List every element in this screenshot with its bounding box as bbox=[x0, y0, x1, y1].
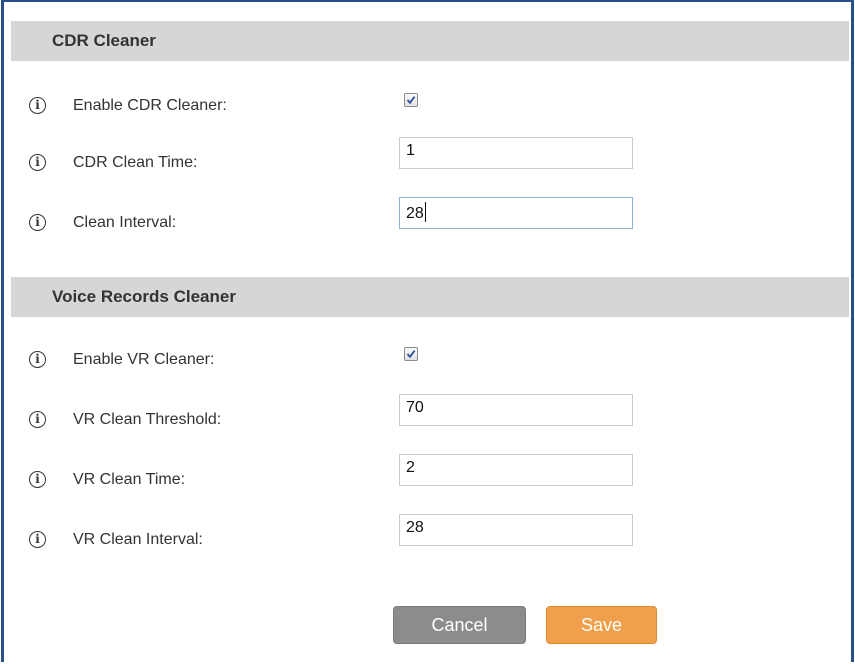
vr-clean-time-value: 2 bbox=[406, 459, 415, 476]
enable-vr-cleaner-checkbox[interactable] bbox=[404, 347, 418, 361]
enable-cdr-cleaner-checkbox[interactable] bbox=[404, 93, 418, 107]
info-icon[interactable]: i bbox=[29, 531, 46, 548]
text-caret bbox=[424, 202, 426, 222]
cleaner-settings-panel: CDR Cleaner i Enable CDR Cleaner: i CDR … bbox=[1, 0, 854, 662]
cdr-cleaner-title: CDR Cleaner bbox=[52, 31, 156, 50]
vr-clean-time-input[interactable]: 2 bbox=[399, 454, 633, 486]
info-icon[interactable]: i bbox=[29, 214, 46, 231]
enable-cdr-cleaner-label: Enable CDR Cleaner: bbox=[73, 97, 227, 114]
clean-interval-label: Clean Interval: bbox=[73, 214, 177, 231]
enable-cdr-cleaner-row: i Enable CDR Cleaner: bbox=[4, 88, 844, 128]
vr-clean-threshold-label: VR Clean Threshold: bbox=[73, 411, 222, 428]
enable-vr-cleaner-label: Enable VR Cleaner: bbox=[73, 351, 215, 368]
checkmark-icon bbox=[406, 96, 416, 105]
vr-clean-interval-row: i VR Clean Interval: 28 bbox=[4, 514, 844, 562]
info-icon[interactable]: i bbox=[29, 154, 46, 171]
cdr-clean-time-row: i CDR Clean Time: 1 bbox=[4, 137, 844, 185]
vr-clean-time-label: VR Clean Time: bbox=[73, 471, 186, 488]
info-icon[interactable]: i bbox=[29, 97, 46, 114]
cdr-cleaner-header: CDR Cleaner bbox=[11, 21, 849, 61]
enable-vr-cleaner-row: i Enable VR Cleaner: bbox=[4, 342, 844, 382]
save-button[interactable]: Save bbox=[546, 606, 657, 644]
cdr-clean-time-label: CDR Clean Time: bbox=[73, 154, 198, 171]
clean-interval-input[interactable]: 28 bbox=[399, 197, 633, 229]
info-icon[interactable]: i bbox=[29, 471, 46, 488]
vr-clean-interval-label: VR Clean Interval: bbox=[73, 531, 203, 548]
vr-clean-interval-input[interactable]: 28 bbox=[399, 514, 633, 546]
clean-interval-row: i Clean Interval: 28 bbox=[4, 197, 844, 245]
vr-clean-interval-value: 28 bbox=[406, 519, 424, 536]
vr-clean-threshold-row: i VR Clean Threshold: 70 bbox=[4, 394, 844, 442]
cdr-clean-time-input[interactable]: 1 bbox=[399, 137, 633, 169]
vr-clean-time-row: i VR Clean Time: 2 bbox=[4, 454, 844, 502]
info-icon[interactable]: i bbox=[29, 411, 46, 428]
checkmark-icon bbox=[406, 350, 416, 359]
clean-interval-value: 28 bbox=[406, 205, 424, 222]
vr-clean-threshold-value: 70 bbox=[406, 399, 424, 416]
voice-records-cleaner-title: Voice Records Cleaner bbox=[52, 287, 236, 306]
cancel-button[interactable]: Cancel bbox=[393, 606, 526, 644]
cdr-clean-time-value: 1 bbox=[406, 142, 415, 159]
vr-clean-threshold-input[interactable]: 70 bbox=[399, 394, 633, 426]
info-icon[interactable]: i bbox=[29, 351, 46, 368]
voice-records-cleaner-header: Voice Records Cleaner bbox=[11, 277, 849, 317]
